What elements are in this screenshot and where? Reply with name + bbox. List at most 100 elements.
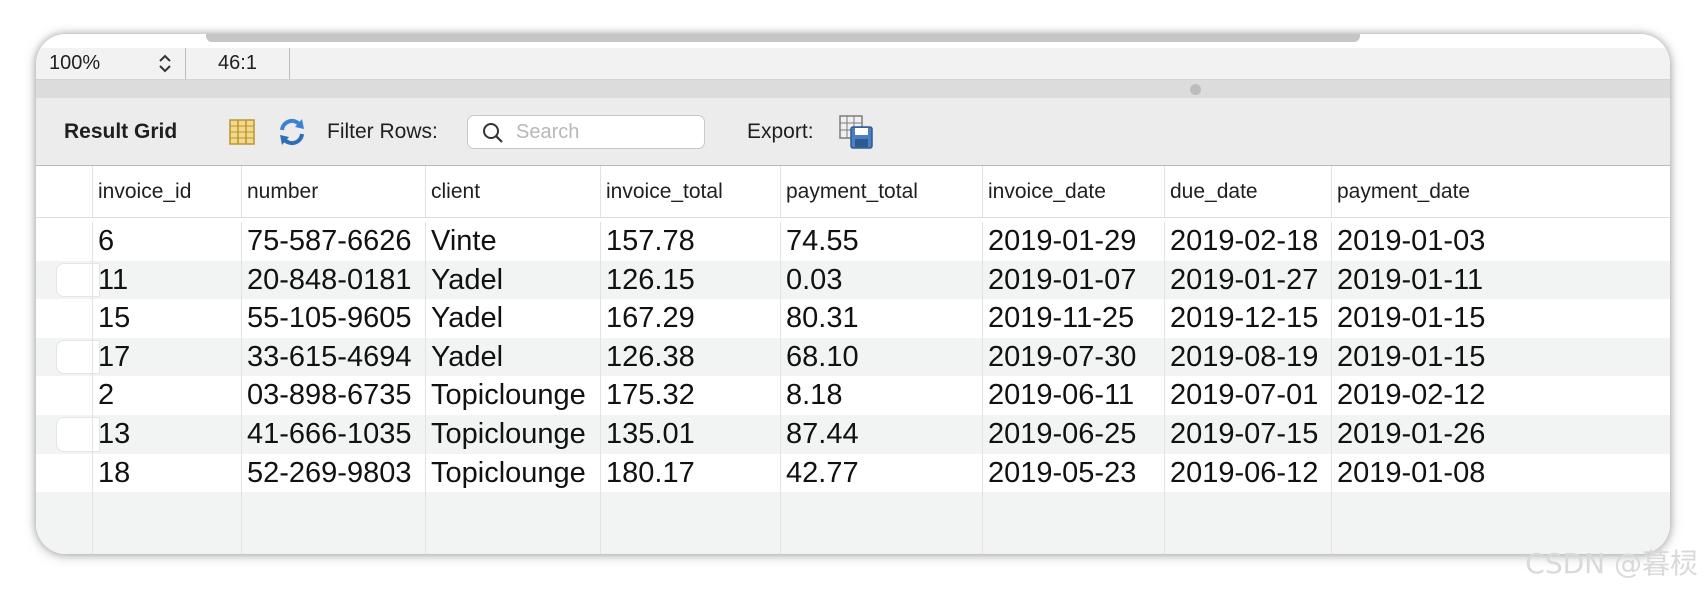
cell-due-date[interactable]: 2019-07-01: [1164, 376, 1331, 415]
cell-client[interactable]: Yadel: [425, 260, 600, 300]
cell-payment-total[interactable]: 0.03: [780, 260, 982, 300]
cell-due-date[interactable]: 2019-06-12: [1164, 453, 1331, 493]
cell-client[interactable]: Topiclounge: [425, 376, 600, 415]
cell-number[interactable]: 41-666-1035: [241, 415, 425, 454]
table-row[interactable]: 6 75-587-6626 Vinte 157.78 74.55 2019-01-29 20…: [36, 222, 1670, 261]
panel-splitter[interactable]: [36, 80, 1670, 98]
cell-payment-date[interactable]: 2019-01-15: [1331, 337, 1670, 377]
cell-invoice-date[interactable]: 2019-05-23: [982, 453, 1164, 493]
empty-new-row[interactable]: [36, 492, 1670, 554]
cell-client[interactable]: Vinte: [425, 222, 600, 261]
cell-invoice-date[interactable]: 2019-01-07: [982, 260, 1164, 300]
cell-invoice-id[interactable]: 13: [92, 415, 241, 454]
filter-rows-label: Filter Rows:: [327, 120, 438, 143]
cell-payment-total[interactable]: 80.31: [780, 299, 982, 338]
cell-due-date[interactable]: 2019-07-15: [1164, 415, 1331, 454]
zoom-value: 100%: [49, 52, 101, 74]
cell-payment-date[interactable]: 2019-01-08: [1331, 453, 1670, 493]
column-header-client[interactable]: client: [425, 166, 600, 217]
table-row[interactable]: 17 33-615-4694 Yadel 126.38 68.10 2019-07-30 2…: [36, 337, 1670, 377]
grid-header-row: invoice_id number client invoice_total payme…: [36, 166, 1670, 218]
column-header-payment-total[interactable]: payment_total: [780, 166, 982, 217]
cell-payment-total[interactable]: 74.55: [780, 222, 982, 261]
cell-payment-date[interactable]: 2019-01-26: [1331, 415, 1670, 454]
cell-number[interactable]: 55-105-9605: [241, 299, 425, 338]
refresh-icon[interactable]: [276, 116, 308, 148]
column-header-invoice-date[interactable]: invoice_date: [982, 166, 1164, 217]
cell-client[interactable]: Yadel: [425, 299, 600, 338]
cell-number[interactable]: 03-898-6735: [241, 376, 425, 415]
stepper-icon[interactable]: [157, 52, 173, 75]
cell-number[interactable]: 75-587-6626: [241, 222, 425, 261]
empty-cell[interactable]: [425, 492, 600, 554]
cell-client[interactable]: Topiclounge: [425, 415, 600, 454]
grid-layout-icon[interactable]: [228, 118, 256, 146]
cell-invoice-id[interactable]: 17: [92, 337, 241, 377]
export-label: Export:: [747, 120, 814, 143]
cell-invoice-total[interactable]: 126.38: [600, 337, 780, 377]
table-row[interactable]: 13 41-666-1035 Topiclounge 135.01 87.44 2019-…: [36, 415, 1670, 454]
export-icon[interactable]: [838, 114, 874, 150]
cell-invoice-id[interactable]: 15: [92, 299, 241, 338]
horizontal-scrollbar[interactable]: [36, 34, 1670, 48]
cell-invoice-date[interactable]: 2019-06-25: [982, 415, 1164, 454]
empty-cell[interactable]: [982, 492, 1164, 554]
cell-invoice-id[interactable]: 18: [92, 453, 241, 493]
cell-payment-date[interactable]: 2019-01-03: [1331, 222, 1670, 261]
cell-invoice-id[interactable]: 2: [92, 376, 241, 415]
watermark: CSDN @暮棂: [1525, 547, 1698, 580]
horizontal-scrollbar-thumb[interactable]: [206, 34, 1360, 42]
splitter-handle[interactable]: [1190, 84, 1201, 95]
cell-invoice-id[interactable]: 6: [92, 222, 241, 261]
column-header-invoice-id[interactable]: invoice_id: [92, 166, 241, 217]
cell-due-date[interactable]: 2019-02-18: [1164, 222, 1331, 261]
cursor-position: 46:1: [186, 48, 290, 79]
cell-invoice-total[interactable]: 175.32: [600, 376, 780, 415]
zoom-select[interactable]: 100%: [36, 48, 186, 79]
column-header-number[interactable]: number: [241, 166, 425, 217]
search-input[interactable]: [516, 116, 696, 148]
cell-payment-date[interactable]: 2019-02-12: [1331, 376, 1670, 415]
cell-client[interactable]: Topiclounge: [425, 453, 600, 493]
status-bar: 100% 46:1: [36, 48, 1670, 80]
cell-invoice-date[interactable]: 2019-07-30: [982, 337, 1164, 377]
cell-invoice-total[interactable]: 180.17: [600, 453, 780, 493]
cell-number[interactable]: 33-615-4694: [241, 337, 425, 377]
search-icon: [483, 123, 503, 143]
cell-number[interactable]: 52-269-9803: [241, 453, 425, 493]
empty-cell[interactable]: [780, 492, 982, 554]
cell-due-date[interactable]: 2019-08-19: [1164, 337, 1331, 377]
cell-invoice-total[interactable]: 167.29: [600, 299, 780, 338]
table-row[interactable]: 18 52-269-9803 Topiclounge 180.17 42.77 2019-…: [36, 453, 1670, 493]
cell-payment-total[interactable]: 87.44: [780, 415, 982, 454]
cell-payment-date[interactable]: 2019-01-11: [1331, 260, 1670, 300]
result-grid[interactable]: invoice_id number client invoice_total payme…: [36, 166, 1670, 554]
cell-due-date[interactable]: 2019-12-15: [1164, 299, 1331, 338]
cell-payment-date[interactable]: 2019-01-15: [1331, 299, 1670, 338]
cell-invoice-total[interactable]: 135.01: [600, 415, 780, 454]
empty-cell[interactable]: [92, 492, 241, 554]
column-header-due-date[interactable]: due_date: [1164, 166, 1331, 217]
cell-invoice-id[interactable]: 11: [92, 260, 241, 300]
table-row[interactable]: 15 55-105-9605 Yadel 167.29 80.31 2019-11-25 2…: [36, 299, 1670, 338]
cell-due-date[interactable]: 2019-01-27: [1164, 260, 1331, 300]
empty-cell[interactable]: [600, 492, 780, 554]
empty-cell[interactable]: [1164, 492, 1331, 554]
empty-cell[interactable]: [241, 492, 425, 554]
cell-invoice-date[interactable]: 2019-01-29: [982, 222, 1164, 261]
column-header-payment-date[interactable]: payment_date: [1331, 166, 1670, 217]
table-row[interactable]: 11 20-848-0181 Yadel 126.15 0.03 2019-01-07 20…: [36, 260, 1670, 300]
cell-invoice-total[interactable]: 126.15: [600, 260, 780, 300]
result-grid-title: Result Grid: [64, 120, 178, 143]
cell-invoice-date[interactable]: 2019-06-11: [982, 376, 1164, 415]
column-header-invoice-total[interactable]: invoice_total: [600, 166, 780, 217]
cell-payment-total[interactable]: 42.77: [780, 453, 982, 493]
cell-invoice-total[interactable]: 157.78: [600, 222, 780, 261]
cell-payment-total[interactable]: 8.18: [780, 376, 982, 415]
cell-payment-total[interactable]: 68.10: [780, 337, 982, 377]
search-field[interactable]: [467, 115, 705, 149]
cell-client[interactable]: Yadel: [425, 337, 600, 377]
cell-number[interactable]: 20-848-0181: [241, 260, 425, 300]
table-row[interactable]: 2 03-898-6735 Topiclounge 175.32 8.18 2019-06…: [36, 376, 1670, 415]
cell-invoice-date[interactable]: 2019-11-25: [982, 299, 1164, 338]
